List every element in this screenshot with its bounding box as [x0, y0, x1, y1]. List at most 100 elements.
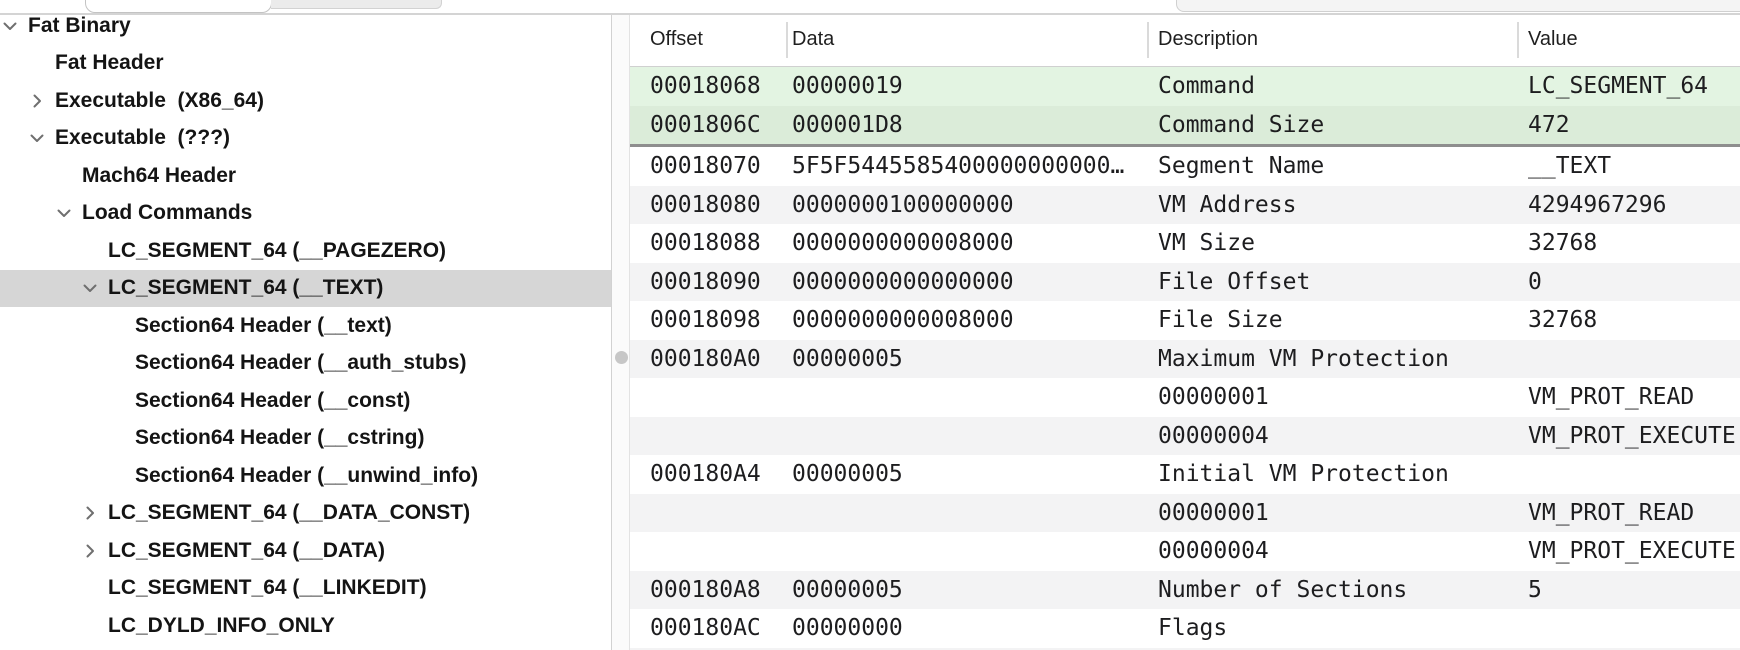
structure-outline-sidebar: Fat Binary Fat Header Executable (X86_64… — [0, 14, 612, 650]
cell-description: VM Address — [1158, 186, 1528, 225]
cell-value: LC_SEGMENT_64 — [1528, 67, 1740, 106]
cell-description: Command Size — [1158, 106, 1528, 145]
field-table: Offset Data Description Value 00018068 0… — [630, 14, 1740, 650]
toolbar-tab-inactive[interactable] — [271, 0, 442, 9]
sidebar-item-label: Mach64 Header — [82, 164, 236, 188]
cell-value: VM_PROT_EXECUTE — [1528, 417, 1740, 456]
cell-offset — [650, 378, 792, 417]
sidebar-item-label: LC_SEGMENT_64 (__DATA_CONST) — [108, 501, 470, 525]
cell-description: 00000001 — [1158, 378, 1528, 417]
cell-description: Number of Sections — [1158, 571, 1528, 610]
chevron-down-icon[interactable] — [56, 205, 72, 221]
column-header-description[interactable]: Description — [1158, 14, 1528, 66]
sidebar-item-lc-segment-text[interactable]: LC_SEGMENT_64 (__TEXT) — [0, 270, 611, 308]
cell-description: VM Size — [1158, 224, 1528, 263]
table-row[interactable]: 00018088 0000000000008000 VM Size 32768 — [630, 224, 1740, 263]
cell-value: VM_PROT_READ — [1528, 378, 1740, 417]
sidebar-item-lc-segment-linkedit[interactable]: LC_SEGMENT_64 (__LINKEDIT) — [0, 570, 611, 608]
sidebar-item-executable-x86-64[interactable]: Executable (X86_64) — [0, 82, 611, 120]
sidebar-item-executable-unknown[interactable]: Executable (???) — [0, 120, 611, 158]
sidebar-item-section-text[interactable]: Section64 Header (__text) — [0, 307, 611, 345]
sidebar-item-label: Executable (???) — [55, 126, 230, 150]
cell-data: 00000019 — [792, 67, 1158, 106]
table-row[interactable]: 00018090 0000000000000000 File Offset 0 — [630, 263, 1740, 302]
column-separator[interactable] — [786, 22, 788, 58]
chevron-down-icon[interactable] — [29, 130, 45, 146]
table-header: Offset Data Description Value — [630, 14, 1740, 67]
column-header-data[interactable]: Data — [792, 14, 1158, 66]
table-row[interactable]: 000180A0 00000005 Maximum VM Protection — [630, 340, 1740, 379]
cell-description: 00000001 — [1158, 494, 1528, 533]
cell-data — [792, 378, 1158, 417]
cell-value: 5 — [1528, 571, 1740, 610]
table-row[interactable]: 000180A8 00000005 Number of Sections 5 — [630, 571, 1740, 610]
cell-data: 00000005 — [792, 340, 1158, 379]
table-row[interactable]: 000180AC 00000000 Flags — [630, 609, 1740, 648]
column-header-value[interactable]: Value — [1528, 14, 1740, 66]
table-row[interactable]: 00018068 00000019 Command LC_SEGMENT_64 — [630, 67, 1740, 106]
cell-offset — [650, 532, 792, 571]
macho-viewer-window: Fat Binary Fat Header Executable (X86_64… — [0, 0, 1740, 650]
table-row[interactable]: 00018098 0000000000008000 File Size 3276… — [630, 301, 1740, 340]
toolbar-divider — [0, 13, 1740, 15]
cell-description: File Offset — [1158, 263, 1528, 302]
sidebar-item-label: Fat Header — [55, 51, 164, 75]
drag-handle-dot[interactable] — [615, 351, 628, 364]
table-row[interactable]: 00000001 VM_PROT_READ — [630, 494, 1740, 533]
cell-offset: 000180A4 — [650, 455, 792, 494]
column-header-offset[interactable]: Offset — [650, 14, 792, 66]
sidebar-item-fat-header[interactable]: Fat Header — [0, 45, 611, 83]
cell-value: 32768 — [1528, 301, 1740, 340]
table-row[interactable]: 00018080 0000000100000000 VM Address 429… — [630, 186, 1740, 225]
sidebar-item-load-commands[interactable]: Load Commands — [0, 195, 611, 233]
cell-offset: 00018068 — [650, 67, 792, 106]
cell-value: VM_PROT_READ — [1528, 494, 1740, 533]
table-row[interactable]: 000180A4 00000005 Initial VM Protection — [630, 455, 1740, 494]
split-view-divider[interactable] — [612, 14, 630, 650]
chevron-right-icon[interactable] — [82, 505, 98, 521]
sidebar-item-lc-segment-data-const[interactable]: LC_SEGMENT_64 (__DATA_CONST) — [0, 495, 611, 533]
sidebar-item-mach64-header[interactable]: Mach64 Header — [0, 157, 611, 195]
sidebar-item-label: Executable (X86_64) — [55, 89, 264, 113]
table-row[interactable]: 00018070 5F5F5445585400000000000… Segmen… — [630, 147, 1740, 186]
sidebar-item-section-const[interactable]: Section64 Header (__const) — [0, 382, 611, 420]
sidebar-item-label: Load Commands — [82, 201, 252, 225]
cell-offset: 00018080 — [650, 186, 792, 225]
chevron-right-icon[interactable] — [29, 93, 45, 109]
sidebar-item-fat-binary[interactable]: Fat Binary — [0, 14, 611, 45]
toolbar-search-field[interactable] — [1176, 0, 1740, 12]
toolbar-tab-active[interactable] — [85, 0, 272, 13]
table-row[interactable]: 00000004 VM_PROT_EXECUTE — [630, 417, 1740, 456]
cell-data: 00000005 — [792, 455, 1158, 494]
chevron-right-icon[interactable] — [82, 543, 98, 559]
cell-value: 4294967296 — [1528, 186, 1740, 225]
cell-offset — [650, 417, 792, 456]
cell-data — [792, 532, 1158, 571]
cell-value: 472 — [1528, 106, 1740, 145]
sidebar-item-lc-dyld-info-only[interactable]: LC_DYLD_INFO_ONLY — [0, 607, 611, 645]
column-separator[interactable] — [1147, 22, 1149, 58]
cell-data: 5F5F5445585400000000000… — [792, 147, 1158, 186]
sidebar-item-section-cstring[interactable]: Section64 Header (__cstring) — [0, 420, 611, 458]
sidebar-item-section-unwind-info[interactable]: Section64 Header (__unwind_info) — [0, 457, 611, 495]
sidebar-item-label: LC_SEGMENT_64 (__TEXT) — [108, 276, 383, 300]
cell-data: 000001D8 — [792, 106, 1158, 145]
chevron-down-icon[interactable] — [2, 18, 18, 34]
table-row[interactable]: 0001806C 000001D8 Command Size 472 — [630, 106, 1740, 145]
sidebar-item-lc-segment-data[interactable]: LC_SEGMENT_64 (__DATA) — [0, 532, 611, 570]
cell-data: 00000005 — [792, 571, 1158, 610]
cell-description: Flags — [1158, 609, 1528, 648]
sidebar-item-label: Section64 Header (__text) — [135, 314, 392, 338]
sidebar-item-lc-segment-pagezero[interactable]: LC_SEGMENT_64 (__PAGEZERO) — [0, 232, 611, 270]
cell-description: Segment Name — [1158, 147, 1528, 186]
cell-data: 0000000100000000 — [792, 186, 1158, 225]
column-separator[interactable] — [1517, 22, 1519, 58]
table-row[interactable]: 00000004 VM_PROT_EXECUTE — [630, 532, 1740, 571]
table-row[interactable]: 00000001 VM_PROT_READ — [630, 378, 1740, 417]
cell-offset: 000180A8 — [650, 571, 792, 610]
sidebar-item-section-auth-stubs[interactable]: Section64 Header (__auth_stubs) — [0, 345, 611, 383]
cell-description: File Size — [1158, 301, 1528, 340]
chevron-down-icon[interactable] — [82, 280, 98, 296]
cell-offset: 000180AC — [650, 609, 792, 648]
cell-data — [792, 494, 1158, 533]
